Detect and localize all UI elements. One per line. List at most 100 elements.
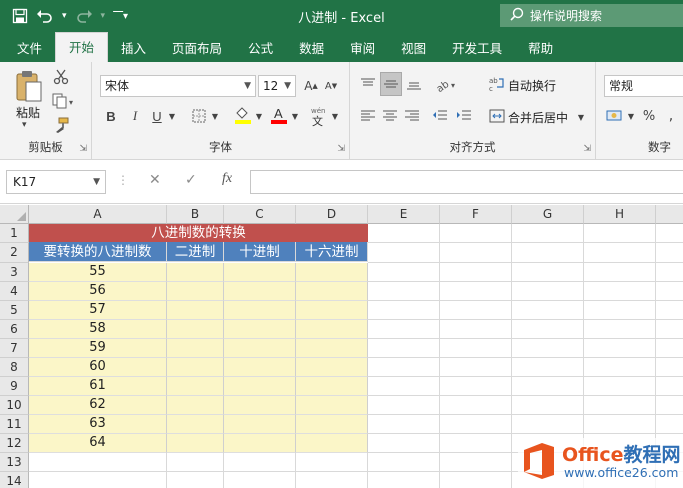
result-cell[interactable] xyxy=(167,396,224,415)
octal-value-cell[interactable]: 64 xyxy=(29,434,167,453)
result-cell[interactable] xyxy=(296,396,368,415)
result-cell[interactable] xyxy=(224,339,296,358)
column-header-h[interactable]: H xyxy=(584,205,656,224)
font-launcher-icon[interactable]: ⇲ xyxy=(337,144,345,154)
row-header[interactable]: 2 xyxy=(0,243,29,263)
row-header[interactable]: 12 xyxy=(0,434,29,453)
italic-button[interactable]: I xyxy=(126,106,144,126)
enter-icon[interactable]: ✓ xyxy=(185,172,197,188)
empty-cell[interactable] xyxy=(368,320,440,339)
borders-dropdown-icon[interactable]: ▼ xyxy=(210,106,220,126)
row-header[interactable]: 7 xyxy=(0,339,29,358)
empty-cell[interactable] xyxy=(584,282,656,301)
tab-help[interactable]: 帮助 xyxy=(515,36,566,62)
orientation-icon[interactable]: ab ▾ xyxy=(434,74,460,94)
result-cell[interactable] xyxy=(224,377,296,396)
align-right-icon[interactable] xyxy=(402,106,422,126)
empty-cell[interactable] xyxy=(368,434,440,453)
paste-button[interactable]: 粘贴 xyxy=(16,104,40,121)
empty-cell[interactable] xyxy=(512,358,584,377)
empty-cell[interactable] xyxy=(656,224,683,243)
empty-cell[interactable] xyxy=(656,282,683,301)
octal-value-cell[interactable]: 59 xyxy=(29,339,167,358)
empty-cell[interactable] xyxy=(584,263,656,282)
tab-developer[interactable]: 开发工具 xyxy=(439,36,515,62)
octal-value-cell[interactable]: 62 xyxy=(29,396,167,415)
result-cell[interactable] xyxy=(167,301,224,320)
result-cell[interactable] xyxy=(224,434,296,453)
header-cell-decimal[interactable]: 十进制 xyxy=(224,242,296,262)
result-cell[interactable] xyxy=(296,358,368,377)
empty-cell[interactable] xyxy=(584,243,656,263)
result-cell[interactable] xyxy=(296,339,368,358)
empty-cell[interactable] xyxy=(440,415,512,434)
octal-value-cell[interactable]: 61 xyxy=(29,377,167,396)
fill-color-icon[interactable] xyxy=(232,104,254,126)
format-painter-icon[interactable] xyxy=(52,116,70,134)
formula-input[interactable] xyxy=(250,170,683,194)
phonetic-dropdown-icon[interactable]: ▼ xyxy=(330,106,340,126)
row-header[interactable]: 4 xyxy=(0,282,29,301)
empty-cell[interactable] xyxy=(584,301,656,320)
align-left-icon[interactable] xyxy=(358,106,378,126)
tab-formulas[interactable]: 公式 xyxy=(235,36,286,62)
percent-style-button[interactable]: % xyxy=(640,106,658,126)
increase-font-size-icon[interactable]: A ▲ xyxy=(302,76,320,96)
borders-icon[interactable] xyxy=(188,106,210,126)
empty-cell[interactable] xyxy=(167,472,224,488)
empty-cell[interactable] xyxy=(584,396,656,415)
empty-cell[interactable] xyxy=(368,301,440,320)
name-box[interactable]: K17 ▼ xyxy=(6,170,106,194)
tab-review[interactable]: 审阅 xyxy=(337,36,388,62)
empty-cell[interactable] xyxy=(368,396,440,415)
select-all-corner[interactable] xyxy=(0,205,29,224)
redo-dropdown-icon[interactable]: ▾ xyxy=(101,5,106,27)
empty-cell[interactable] xyxy=(440,396,512,415)
empty-cell[interactable] xyxy=(224,472,296,488)
octal-value-cell[interactable]: 55 xyxy=(29,263,167,282)
empty-cell[interactable] xyxy=(656,339,683,358)
result-cell[interactable] xyxy=(167,434,224,453)
empty-cell[interactable] xyxy=(584,358,656,377)
cancel-icon[interactable]: ✕ xyxy=(149,172,161,188)
octal-value-cell[interactable]: 63 xyxy=(29,415,167,434)
empty-cell[interactable] xyxy=(368,282,440,301)
empty-cell[interactable] xyxy=(656,320,683,339)
empty-cell[interactable] xyxy=(368,224,440,243)
row-header[interactable]: 1 xyxy=(0,224,29,243)
empty-cell[interactable] xyxy=(656,358,683,377)
empty-cell[interactable] xyxy=(656,377,683,396)
result-cell[interactable] xyxy=(167,282,224,301)
empty-cell[interactable] xyxy=(656,243,683,263)
column-header-g[interactable]: G xyxy=(512,205,584,224)
empty-cell[interactable] xyxy=(167,453,224,472)
underline-button[interactable]: U xyxy=(148,106,166,126)
result-cell[interactable] xyxy=(224,263,296,282)
empty-cell[interactable] xyxy=(656,263,683,282)
row-header[interactable]: 5 xyxy=(0,301,29,320)
fill-color-dropdown-icon[interactable]: ▼ xyxy=(254,106,264,126)
result-cell[interactable] xyxy=(296,301,368,320)
comma-style-icon[interactable]: , xyxy=(662,106,680,126)
column-header-i[interactable] xyxy=(656,205,683,224)
result-cell[interactable] xyxy=(296,434,368,453)
octal-value-cell[interactable]: 58 xyxy=(29,320,167,339)
result-cell[interactable] xyxy=(224,282,296,301)
octal-value-cell[interactable]: 57 xyxy=(29,301,167,320)
tab-data[interactable]: 数据 xyxy=(286,36,337,62)
column-header-a[interactable]: A xyxy=(29,205,167,224)
empty-cell[interactable] xyxy=(512,320,584,339)
tab-insert[interactable]: 插入 xyxy=(108,36,159,62)
top-align-icon[interactable] xyxy=(358,74,378,94)
column-header-d[interactable]: D xyxy=(296,205,368,224)
sheet-title-cell[interactable]: 八进制数的转换 xyxy=(29,224,368,242)
alignment-launcher-icon[interactable]: ⇲ xyxy=(583,144,591,154)
row-header[interactable]: 13 xyxy=(0,453,29,472)
cut-icon[interactable] xyxy=(52,68,70,86)
redo-icon[interactable] xyxy=(75,5,93,27)
empty-cell[interactable] xyxy=(512,396,584,415)
tab-view[interactable]: 视图 xyxy=(388,36,439,62)
merge-center-button[interactable]: 合并后居中 xyxy=(508,109,568,126)
phonetic-guide-icon[interactable]: wén 文 xyxy=(308,104,330,128)
result-cell[interactable] xyxy=(224,358,296,377)
